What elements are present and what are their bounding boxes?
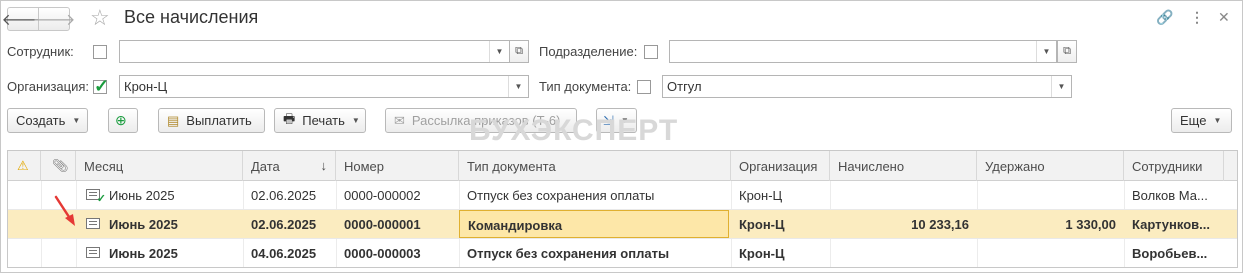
date-cell: 02.06.2025 bbox=[251, 188, 317, 203]
doctype-filter-label: Тип документа: bbox=[539, 79, 632, 94]
withheld-cell bbox=[977, 181, 1124, 209]
page-title: Все начисления bbox=[124, 7, 259, 27]
date-header-label: Дата bbox=[251, 159, 280, 174]
more-button[interactable]: Еще ▼ bbox=[1171, 108, 1232, 133]
close-icon[interactable]: ✕ bbox=[1218, 9, 1230, 26]
organization-cell: Крон-Ц bbox=[739, 188, 783, 203]
posted-document-icon bbox=[86, 189, 106, 205]
caret-down-icon: ▼ bbox=[1213, 116, 1222, 125]
number-cell: 0000-000002 bbox=[344, 188, 421, 203]
employees-cell: Воробьев... bbox=[1132, 246, 1208, 261]
envelope-icon: ✉ bbox=[394, 112, 405, 128]
more-button-label: Еще bbox=[1180, 113, 1207, 128]
organization-column-header[interactable]: Организация bbox=[731, 151, 830, 181]
month-cell: Июнь 2025 bbox=[109, 188, 175, 203]
print-button-label: Печать bbox=[302, 113, 345, 128]
doctype-cell-focused[interactable]: Командировка bbox=[459, 210, 729, 238]
attachment-column-header[interactable]: 📎︎ bbox=[41, 151, 76, 181]
withheld-cell bbox=[977, 239, 1124, 267]
chevron-down-icon[interactable]: ▼ bbox=[489, 41, 509, 62]
employee-filter-field[interactable]: ▼ bbox=[119, 40, 510, 63]
organization-filter-label: Организация: bbox=[7, 79, 90, 94]
printer-icon: 🖶 bbox=[283, 110, 296, 126]
open-window-icon: ⧉ bbox=[1063, 45, 1071, 57]
arrow-right-icon: 🡒 bbox=[32, 11, 76, 29]
create-button-label: Создать bbox=[16, 113, 66, 128]
chevron-down-icon[interactable]: ▼ bbox=[1036, 41, 1056, 62]
chevron-down-icon[interactable]: ▼ bbox=[508, 76, 528, 97]
withheld-cell: 1 330,00 bbox=[1065, 217, 1116, 232]
department-open-button[interactable]: ⧉ bbox=[1057, 40, 1077, 63]
organization-filter-checkbox[interactable] bbox=[93, 76, 109, 97]
pay-icon: ▤ bbox=[167, 112, 180, 128]
employee-open-button[interactable]: ⧉ bbox=[509, 40, 529, 63]
accrued-cell bbox=[830, 239, 977, 267]
accrued-cell bbox=[830, 181, 977, 209]
doctype-filter-value: Отгул bbox=[667, 79, 702, 94]
copy-document-button[interactable]: ⊕ bbox=[108, 108, 138, 133]
employee-filter-checkbox[interactable] bbox=[93, 45, 107, 59]
chevron-down-icon[interactable]: ▼ bbox=[1051, 76, 1071, 97]
table-row[interactable]: Июнь 2025 04.06.2025 0000-000003 Отпуск … bbox=[8, 239, 1237, 267]
watermark: БУХЭКСПЕРТ bbox=[469, 114, 679, 147]
organization-cell: Крон-Ц bbox=[739, 246, 785, 261]
print-button[interactable]: 🖶 Печать ▼ bbox=[274, 108, 366, 133]
date-cell: 04.06.2025 bbox=[251, 246, 317, 261]
employees-cell: Волков Ма... bbox=[1132, 188, 1208, 203]
doctype-filter-field[interactable]: Отгул ▼ bbox=[662, 75, 1072, 98]
doctype-filter-checkbox[interactable] bbox=[637, 80, 651, 94]
doctype-cell: Отпуск без сохранения оплаты bbox=[467, 246, 670, 261]
sort-descending-icon: ↓ bbox=[320, 158, 328, 173]
number-cell: 0000-000001 bbox=[344, 217, 421, 232]
date-cell: 02.06.2025 bbox=[251, 217, 317, 232]
employees-column-header[interactable]: Сотрудники bbox=[1124, 151, 1224, 181]
number-cell: 0000-000003 bbox=[344, 246, 421, 261]
link-icon[interactable]: 🔗 bbox=[1156, 9, 1173, 26]
department-filter-field[interactable]: ▼ bbox=[669, 40, 1057, 63]
department-filter-checkbox[interactable] bbox=[644, 45, 658, 59]
annotation-arrow-icon bbox=[54, 195, 75, 226]
accrued-column-header[interactable]: Начислено bbox=[830, 151, 977, 181]
date-column-header[interactable]: Дата ↓ bbox=[243, 151, 336, 181]
month-cell: Июнь 2025 bbox=[109, 246, 178, 261]
paperclip-icon: 📎︎ bbox=[52, 158, 69, 173]
employee-filter-label: Сотрудник: bbox=[7, 44, 74, 59]
warning-icon: ⚠ bbox=[17, 158, 29, 173]
documents-table: ⚠ 📎︎ Месяц Дата ↓ Номер Тип документа Ор… bbox=[7, 150, 1238, 268]
more-vertical-icon[interactable]: ⋮ bbox=[1190, 9, 1204, 26]
doctype-column-header[interactable]: Тип документа bbox=[459, 151, 731, 181]
caret-down-icon: ▼ bbox=[72, 116, 81, 125]
pay-button[interactable]: ▤ Выплатить bbox=[158, 108, 265, 133]
forward-button[interactable]: 🡒 bbox=[33, 7, 75, 31]
pay-button-label: Выплатить bbox=[186, 113, 252, 128]
accrued-cell: 10 233,16 bbox=[911, 217, 969, 232]
create-button[interactable]: Создать ▼ bbox=[7, 108, 88, 133]
caret-down-icon: ▼ bbox=[351, 116, 360, 125]
add-document-icon: ⊕ bbox=[115, 112, 127, 128]
month-cell: Июнь 2025 bbox=[109, 217, 178, 232]
number-column-header[interactable]: Номер bbox=[336, 151, 459, 181]
warning-column-header[interactable]: ⚠ bbox=[8, 151, 41, 181]
doctype-cell: Отпуск без сохранения оплаты bbox=[467, 188, 655, 203]
organization-filter-value: Крон-Ц bbox=[124, 79, 168, 94]
organization-cell: Крон-Ц bbox=[739, 217, 785, 232]
month-column-header[interactable]: Месяц bbox=[76, 151, 243, 181]
department-filter-label: Подразделение: bbox=[539, 44, 638, 59]
table-row-selected[interactable]: Июнь 2025 02.06.2025 0000-000001 Команди… bbox=[8, 210, 1237, 239]
employees-cell: Картунков... bbox=[1132, 217, 1210, 232]
withheld-column-header[interactable]: Удержано bbox=[977, 151, 1124, 181]
favorite-star-icon[interactable]: ☆ bbox=[90, 5, 110, 31]
document-icon bbox=[86, 247, 100, 258]
table-row[interactable]: Июнь 2025 02.06.2025 0000-000002 Отпуск … bbox=[8, 181, 1237, 210]
table-header: ⚠ 📎︎ Месяц Дата ↓ Номер Тип документа Ор… bbox=[8, 151, 1237, 181]
document-icon bbox=[86, 218, 100, 229]
organization-filter-field[interactable]: Крон-Ц ▼ bbox=[119, 75, 529, 98]
open-window-icon: ⧉ bbox=[515, 45, 523, 57]
documents-list-window: 🡐 🡒 ☆ Все начисления 🔗 ⋮ ✕ Сотрудник: ▼ … bbox=[0, 0, 1243, 273]
